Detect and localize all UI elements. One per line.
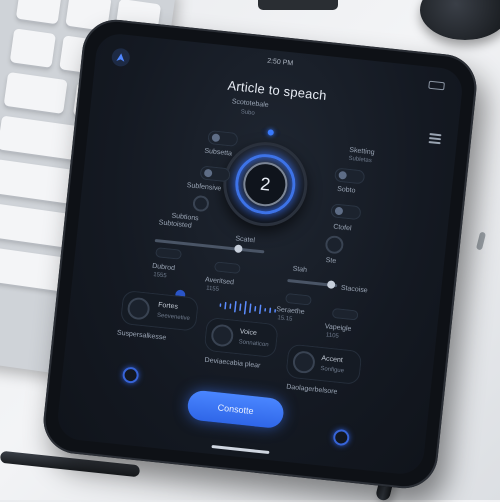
right-item-1: Sobto (337, 186, 356, 195)
card3-title: Accent (321, 355, 343, 364)
card3-sub: Sonfigue (320, 366, 344, 374)
primary-button[interactable]: Consotte (186, 389, 285, 429)
card1-note: Suspersalkesse (117, 330, 167, 342)
tablet: 2:50 PM Article to speach Scototebale Su… (40, 16, 479, 491)
page-indicator[interactable] (260, 127, 281, 137)
right-round-button[interactable] (324, 235, 344, 255)
pen-tip (476, 232, 486, 251)
card2-note: Deviaecabia plear (204, 357, 260, 370)
toggle-left-2[interactable] (199, 165, 230, 182)
card2-sub: Sonnaticon (238, 339, 268, 348)
keyboard-key (16, 0, 62, 24)
slider-right[interactable] (287, 279, 337, 287)
right-chip-1[interactable] (285, 293, 312, 306)
app-screen: 2:50 PM Article to speach Scototebale Su… (56, 32, 465, 476)
slider-left-sub2-val: 1155 (206, 286, 219, 293)
slider-right-top: Stah (292, 266, 307, 274)
nav-right-icon[interactable] (332, 429, 350, 447)
header-right-label: Sketting (349, 147, 375, 157)
voice-icon (210, 323, 234, 347)
top-device (258, 0, 338, 10)
slider-right-sub2: Vapeigle (324, 323, 351, 333)
left-item-1: Subsetta (204, 148, 232, 158)
card-voice[interactable]: Voice Sonnaticon (204, 317, 279, 358)
left-chip-1[interactable] (155, 247, 182, 260)
left-item-2: Subfensive (186, 182, 221, 193)
speaker (420, 0, 500, 40)
header-left-label: Scototebale (231, 98, 269, 109)
slider-left-thumb[interactable] (234, 244, 243, 253)
slider-left-sub1-val: 1555 (153, 272, 167, 279)
right-chip-2[interactable] (332, 308, 359, 321)
card3-note: Daolagerbelsore (286, 383, 338, 395)
card2-title: Voice (239, 328, 257, 337)
card-effects[interactable]: Fortes Seevenetive (120, 290, 199, 332)
logo-icon[interactable] (111, 47, 131, 67)
slider-right-thumb[interactable] (327, 280, 336, 289)
left-chip-2[interactable] (214, 261, 241, 274)
header-left-value: Subo (240, 109, 255, 116)
toggle-left-1[interactable] (207, 130, 238, 147)
effects-icon (127, 297, 151, 321)
accent-icon (292, 350, 316, 374)
battery-icon (428, 81, 445, 91)
slider-left-right-label: Scatel (235, 235, 255, 244)
card-accent[interactable]: Accent Sonfigue (285, 344, 362, 386)
right-item-2: Ctofel (333, 224, 352, 233)
menu-icon[interactable] (428, 131, 441, 146)
toggle-right-2[interactable] (330, 203, 361, 220)
home-indicator[interactable] (211, 445, 269, 454)
nav-left-icon[interactable] (122, 366, 140, 384)
speed-dial[interactable]: 2 (219, 138, 311, 230)
keyboard-key (4, 72, 68, 114)
slider-right-label: Stacoise (341, 285, 368, 295)
audio-waveform (216, 298, 281, 319)
card1-sub: Seevenetive (157, 313, 190, 322)
slider-right-sub2-val: 1105 (326, 332, 339, 339)
toggle-right-1[interactable] (334, 167, 365, 184)
left-round-button[interactable] (192, 195, 210, 213)
header-right-value: Subletas (348, 156, 372, 164)
card1-title: Fortes (158, 302, 178, 311)
right-item-3: Ste (325, 257, 336, 265)
slider-left-sub1: Dubrod (152, 263, 176, 272)
keyboard-key (10, 28, 56, 68)
